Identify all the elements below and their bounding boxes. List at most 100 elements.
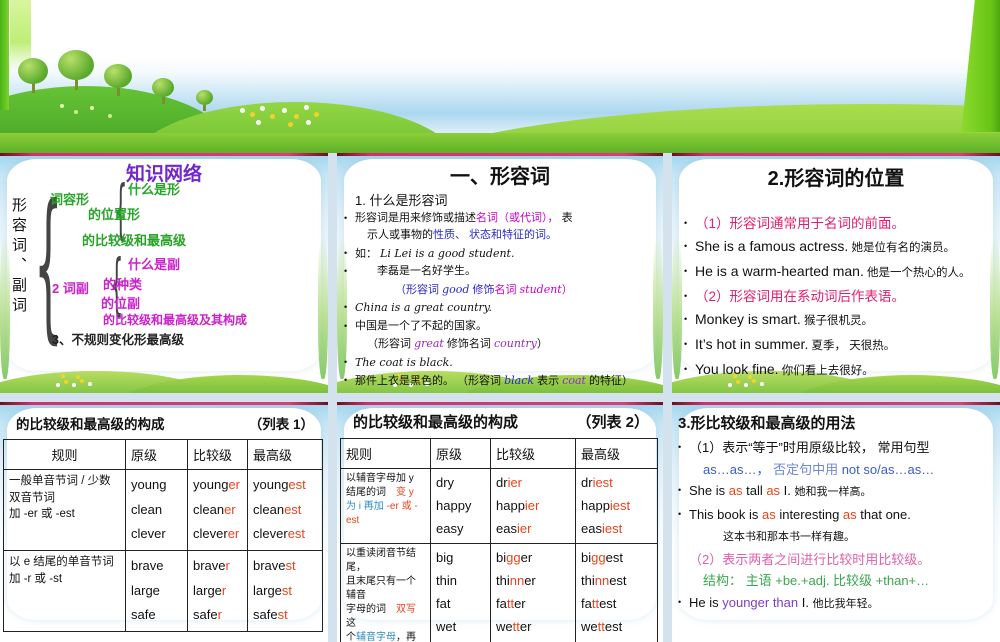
slide-thumbnail-6[interactable]: 3.形比较级和最高级的用法 • （1）表示“等于”时用原级比较， 常用句型 • … bbox=[672, 402, 1000, 642]
table-row: 一般单音节词 / 少数 双音节词 加 -er 或 -est young clea… bbox=[3, 468, 323, 552]
slide-thumbnail-3[interactable]: 2.形容词的位置 • （1）形容词通常用于名词的前面。 • She is a f… bbox=[672, 153, 1000, 393]
column-header: 最高级 bbox=[575, 438, 658, 469]
slide6-title: 3.形比较级和最高级的用法 bbox=[678, 415, 856, 432]
column-header: 原级 bbox=[430, 438, 491, 469]
column-header: 最高级 bbox=[247, 439, 323, 470]
banner-tree-trunk-right-icon bbox=[961, 0, 1000, 132]
bullet-icon: • bbox=[678, 442, 682, 452]
text-line: • （形容词 good 修饰名词 student） bbox=[395, 282, 573, 296]
tree-root-label: 形容词、副词 bbox=[10, 197, 27, 317]
bullet-icon: • bbox=[684, 339, 688, 349]
bullet-icon: • bbox=[684, 241, 688, 251]
text-line: • You look fine. 你们看上去很好。 bbox=[684, 358, 996, 383]
brace-icon: { bbox=[34, 170, 63, 360]
text-line: • 如： Li Lei is a good student. bbox=[344, 245, 658, 264]
slide5-list-tag: （列表 2） bbox=[576, 414, 649, 431]
text-line: • It’s hot in summer. 夏季， 天很热。 bbox=[684, 333, 996, 358]
bullet-icon: • bbox=[684, 364, 688, 374]
tree-node: 词容形 bbox=[50, 192, 90, 207]
text-line: • This book is as interesting as that on… bbox=[678, 504, 998, 526]
bullet-icon: • bbox=[344, 356, 348, 367]
text-line: • 那件上衣是黑色的。 （形容词 black 表示 coat 的特征） bbox=[344, 372, 658, 391]
slide-top-line bbox=[0, 153, 328, 156]
text-line: • He is a warm-hearted man. 他是一个热心的人。 bbox=[684, 260, 996, 285]
slide-grid: 知识网络 形容词、副词 { { { 词容形 什么是形 的位置形 的比较级和最高级… bbox=[0, 153, 1000, 642]
bullet-icon: • bbox=[678, 596, 682, 607]
bullet-icon: • bbox=[678, 485, 682, 495]
tree-icon bbox=[152, 78, 174, 104]
column-header: 比较级 bbox=[187, 439, 248, 470]
text-line: • （2）形容词用在系动词后作表语。 bbox=[684, 285, 996, 308]
table-row: 以重读闭音节结尾， 且末尾只有一个辅音 字母的词 双写这 个辅音字母，再加 - … bbox=[340, 543, 658, 642]
bullet-icon: • bbox=[344, 247, 348, 258]
slide-thumbnail-1[interactable]: 知识网络 形容词、副词 { { { 词容形 什么是形 的位置形 的比较级和最高级… bbox=[0, 153, 328, 393]
table-header-row: 规则 原级 比较级 最高级 bbox=[340, 438, 658, 469]
slide5-title: 的比较级和最高级的构成 bbox=[353, 414, 519, 431]
tree-icon bbox=[18, 58, 48, 93]
text-line: • （形容词 great 修饰名词 country） bbox=[367, 337, 548, 350]
text-line: • He is younger than I. 他比我年轻。 bbox=[678, 592, 998, 616]
bullet-icon: • bbox=[344, 375, 348, 385]
text-line: • 示人或事物的性质、 状态和特征的词。 bbox=[367, 229, 558, 241]
tree-node: 的位副 bbox=[101, 296, 141, 311]
tree-node: 的比较级和最高级及其构成 bbox=[103, 313, 248, 327]
comparative-table-1: 规则 原级 比较级 最高级 一般单音节词 / 少数 双音节词 加 -er 或 -… bbox=[3, 439, 323, 633]
banner-tree-trunk-left-icon bbox=[0, 0, 9, 110]
text-line: • 结构： 主语 +be.+adj. 比较级 +than+… bbox=[703, 573, 930, 588]
tree-icon bbox=[104, 64, 132, 96]
decorative-banner bbox=[0, 0, 1000, 153]
slide4-list-tag: （列表 1） bbox=[248, 417, 314, 432]
slide-thumbnail-5[interactable]: 的比较级和最高级的构成 （列表 2） 规则 原级 比较级 最高级 以辅音字母加 … bbox=[337, 402, 663, 642]
bullet-icon: • bbox=[684, 314, 688, 324]
comparative-table-2: 规则 原级 比较级 最高级 以辅音字母加 y 结尾的词 变 y 为 i 再加 -… bbox=[340, 438, 658, 642]
bullet-icon: • bbox=[684, 218, 688, 228]
text-line: • Monkey is smart. 猴子很机灵。 bbox=[684, 308, 996, 333]
flowers-icon bbox=[240, 108, 245, 113]
text-line: • She is as tall as I. 她和我一样高。 bbox=[678, 480, 998, 504]
table-header-row: 规则 原级 比较级 最高级 bbox=[3, 439, 323, 470]
slide2-body: • 1. 什么是形容词 • 形容词是用来修饰或描述名词（或代词）， 表 • 示人… bbox=[337, 189, 663, 391]
slide-thumbnail-2[interactable]: 一、形容词 • 1. 什么是形容词 • 形容词是用来修饰或描述名词（或代词）， … bbox=[337, 153, 663, 393]
text-line: • 这本书和那本书一样有趣。 bbox=[723, 531, 855, 543]
text-line: • （1）表示“等于”时用原级比较， 常用句型 bbox=[678, 437, 998, 459]
text-line: • 中国是一个了不起的国家。 bbox=[344, 318, 658, 336]
tree-node: 2 词副 bbox=[52, 281, 89, 296]
tree-node: 什么是副 bbox=[128, 257, 181, 272]
tree-icon bbox=[196, 90, 213, 111]
text-line: • 李磊是一名好学生。 bbox=[344, 263, 658, 281]
tree-node: 什么是形 bbox=[128, 182, 181, 197]
text-line: • China is a great country. bbox=[344, 299, 658, 318]
tree-node: 3、不规则变化形最高级 bbox=[52, 333, 184, 347]
flowers-icon bbox=[60, 104, 64, 108]
slide2-title: 一、形容词 bbox=[450, 166, 550, 188]
column-header: 规则 bbox=[340, 438, 431, 469]
bullet-icon: • bbox=[678, 508, 682, 519]
text-line: • （2）表示两者之间进行比较时用比较级。 bbox=[689, 551, 931, 567]
tree-node: 的位置形 bbox=[88, 207, 141, 222]
banner-hill-base bbox=[0, 133, 1000, 153]
column-header: 原级 bbox=[125, 439, 188, 470]
slide-top-line bbox=[337, 402, 663, 405]
column-header: 比较级 bbox=[490, 438, 576, 469]
slide4-title-row: 的比较级和最高级的构成 （列表 1） bbox=[0, 402, 328, 437]
slide-thumbnail-4[interactable]: 的比较级和最高级的构成 （列表 1） 规则 原级 比较级 最高级 一般单音节词 … bbox=[0, 402, 328, 642]
bullet-icon: • bbox=[344, 212, 348, 223]
slide3-body: • （1）形容词通常用于名词的前面。 • She is a famous act… bbox=[672, 191, 1000, 383]
column-header: 规则 bbox=[3, 439, 126, 470]
slide4-title: 的比较级和最高级的构成 bbox=[16, 417, 165, 432]
bullet-icon: • bbox=[344, 266, 348, 276]
slide-top-line bbox=[337, 153, 663, 156]
table-row: 以辅音字母加 y 结尾的词 变 y 为 i 再加 -er 或 - est dry… bbox=[340, 467, 658, 545]
table-row: 以 e 结尾的单音节词 加 -r 或 -st brave large safe … bbox=[3, 550, 323, 633]
text-line: • She is a famous actress. 她是位有名的演员。 bbox=[684, 235, 996, 260]
tree-node: 的比较级和最高级 bbox=[82, 233, 187, 248]
slide-top-line bbox=[672, 153, 1000, 156]
slide5-title-row: 的比较级和最高级的构成 （列表 2） bbox=[337, 402, 663, 436]
text-line: • 形容词是用来修饰或描述名词（或代词）， 表 bbox=[344, 210, 658, 228]
bullet-icon: • bbox=[684, 291, 688, 301]
text-line: • （1）形容词通常用于名词的前面。 bbox=[684, 212, 996, 235]
bullet-icon: • bbox=[684, 266, 688, 276]
slide6-body: • （1）表示“等于”时用原级比较， 常用句型 • as…as…， 否定句中用 … bbox=[672, 435, 1000, 615]
text-line: • as…as…， 否定句中用 not so/as…as… bbox=[703, 461, 935, 477]
tree-icon bbox=[58, 50, 94, 90]
